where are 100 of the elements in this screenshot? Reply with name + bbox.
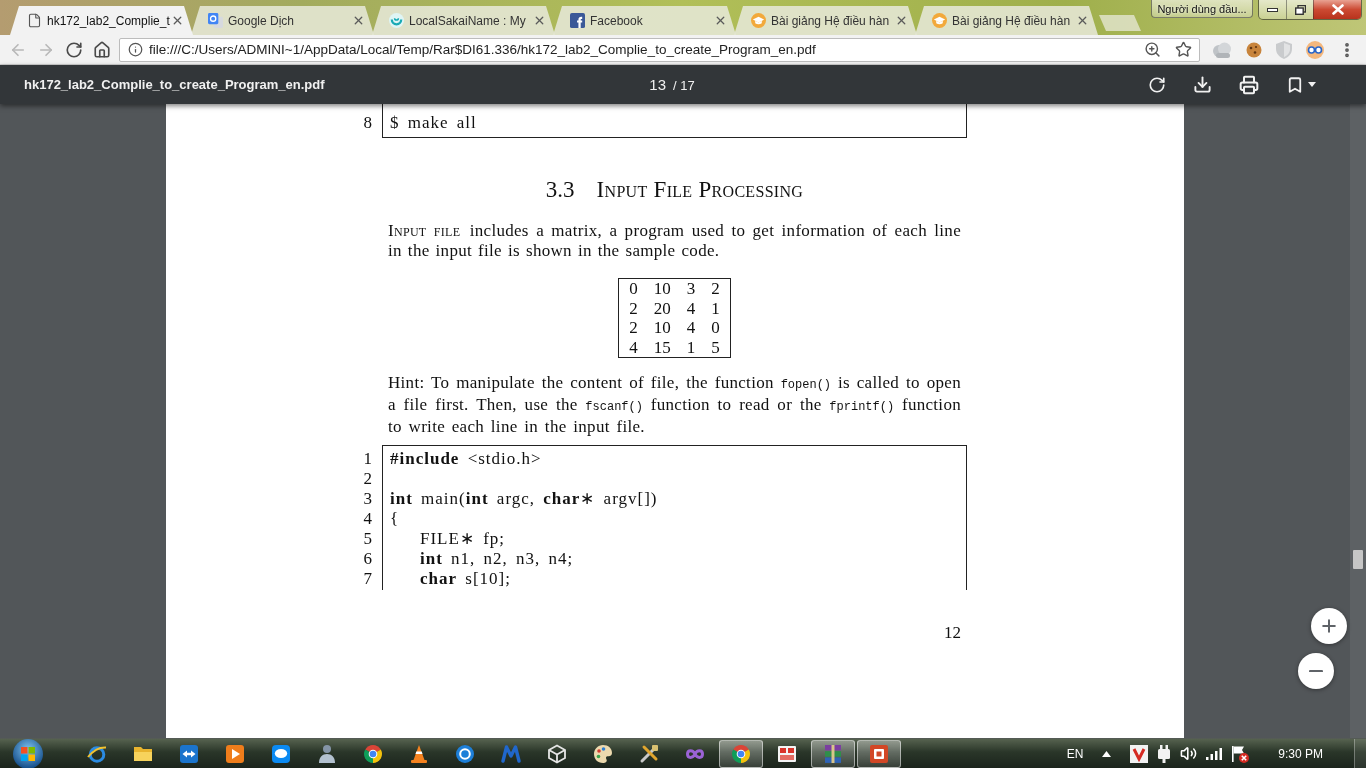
browser-tab[interactable]: Google Dịch xyxy=(191,6,374,35)
cube-icon xyxy=(547,743,567,764)
v-mark-icon[interactable] xyxy=(1130,744,1149,763)
taskbar-app-button[interactable] xyxy=(719,739,763,768)
close-icon[interactable] xyxy=(1076,14,1089,27)
code-line: #include <stdio.h> xyxy=(389,449,543,469)
section-number: 3.3 xyxy=(545,176,575,204)
close-icon[interactable] xyxy=(352,14,365,27)
line-number: 7 xyxy=(362,569,373,589)
stacked-books-icon xyxy=(823,743,843,764)
restore-icon xyxy=(1294,4,1306,15)
line-number: 3 xyxy=(362,489,373,509)
close-icon[interactable] xyxy=(171,14,184,27)
glasses-icon[interactable] xyxy=(1306,40,1324,59)
scrollbar-thumb[interactable] xyxy=(1353,550,1363,569)
browser-tab[interactable]: Facebook xyxy=(553,6,736,35)
show-desktop-button[interactable] xyxy=(1354,739,1366,768)
flag-icon[interactable] xyxy=(1231,744,1250,763)
square-logo-icon xyxy=(570,13,585,28)
zoom-out-button[interactable] xyxy=(1298,653,1334,689)
line-number: 5 xyxy=(362,529,373,549)
taskbar-app-button[interactable] xyxy=(857,739,901,768)
arc-logo-icon xyxy=(389,13,404,28)
hint-paragraph: Hint: To manipulate the content of file, the function fopen() is called to open a file first. Then, use the fscanf() function to read or the fprintf() function to write each line in the input file. xyxy=(388,373,961,437)
close-window-button[interactable] xyxy=(1313,0,1361,19)
taskbar-app-button[interactable] xyxy=(811,739,855,768)
chat-bubble-icon xyxy=(271,743,291,764)
code-line: $ make all xyxy=(389,113,478,133)
home-icon[interactable] xyxy=(93,40,111,59)
info-icon[interactable] xyxy=(128,42,143,57)
caret-up-icon[interactable] xyxy=(1102,750,1112,757)
address-field[interactable]: file:///C:/Users/ADMINI~1/AppData/Local/Temp/Rar$DI61.336/hk172_lab2_Complie_to_create_Program_en.pdf xyxy=(119,37,1200,62)
zigzag-icon xyxy=(501,743,521,764)
code-line: char s[10]; xyxy=(419,569,512,589)
language-indicator[interactable]: EN xyxy=(1066,746,1084,761)
palette-icon xyxy=(593,743,613,764)
matrix-cell-text: 20 xyxy=(652,298,672,318)
matrix-cell-text: 2 xyxy=(628,298,639,318)
plus-icon xyxy=(1319,616,1339,636)
speaker-icon[interactable] xyxy=(1180,745,1198,762)
line-number: 6 xyxy=(362,549,373,569)
matrix-cell-text: 4 xyxy=(685,318,697,338)
tricolor-circle-icon xyxy=(363,743,383,764)
minimize-icon xyxy=(1267,7,1278,12)
ring-badge-icon xyxy=(455,743,475,764)
ring-icon xyxy=(87,743,107,764)
play-icon xyxy=(225,743,245,764)
line-number: 4 xyxy=(362,509,373,529)
plug-icon[interactable] xyxy=(1157,744,1172,763)
maximize-button[interactable] xyxy=(1286,0,1313,19)
graduation-cap-icon xyxy=(751,13,766,28)
code-line: int n1, n2, n3, n4; xyxy=(419,549,575,569)
traffic-cone-icon xyxy=(409,743,429,764)
translate-icon xyxy=(208,13,223,28)
file-icon xyxy=(27,13,42,28)
arrows-tile-icon xyxy=(179,743,199,764)
matrix-cell-text: 10 xyxy=(652,279,672,299)
section-heading: Input File Processing xyxy=(596,176,804,204)
code-line: FILE∗ fp; xyxy=(419,529,507,549)
matrix-cell-text: 10 xyxy=(652,318,672,338)
download-icon[interactable] xyxy=(1193,75,1212,94)
bookmark-button[interactable] xyxy=(1286,75,1316,94)
matrix-cell-text: 15 xyxy=(652,337,672,357)
matrix-cell-text: 5 xyxy=(710,337,721,357)
graduation-cap-icon xyxy=(932,13,947,28)
reload-icon[interactable] xyxy=(65,40,83,59)
close-icon[interactable] xyxy=(895,14,908,27)
matrix-cell-text: 1 xyxy=(685,337,697,357)
browser-tab[interactable]: LocalSakaiName : My xyxy=(372,6,555,35)
matrix-cell-text: 2 xyxy=(628,318,639,338)
close-icon[interactable] xyxy=(714,14,727,27)
line-number: 2 xyxy=(362,469,373,489)
zoom-icon[interactable] xyxy=(1144,41,1161,58)
close-icon xyxy=(1331,4,1344,15)
star-icon[interactable] xyxy=(1175,41,1192,58)
slides-icon xyxy=(869,743,889,764)
cookie-icon[interactable] xyxy=(1246,41,1262,58)
rotate-icon[interactable] xyxy=(1148,75,1166,94)
zoom-in-button[interactable] xyxy=(1311,608,1347,644)
grid-icon xyxy=(777,743,797,764)
scrollbar-track[interactable] xyxy=(1350,104,1366,738)
matrix-cell-text: 0 xyxy=(710,318,721,338)
code-line: int main(int argc, char∗ argv[]) xyxy=(389,489,659,509)
page-number-field[interactable]: 13 xyxy=(649,76,666,93)
start-orb-icon[interactable] xyxy=(12,738,43,768)
close-icon[interactable] xyxy=(533,14,546,27)
crossed-tools-icon xyxy=(639,743,659,764)
document-title: hk172_lab2_Complie_to_create_Program_en.pdf xyxy=(24,77,325,92)
print-icon[interactable] xyxy=(1239,74,1259,95)
matrix-cell-text: 0 xyxy=(628,279,639,299)
tricolor-circle-icon xyxy=(731,743,751,764)
browser-tab[interactable]: Bài giảng Hệ điều hàn xyxy=(734,6,917,35)
minimize-button[interactable] xyxy=(1259,0,1286,19)
person-icon xyxy=(317,743,337,764)
browser-tab[interactable]: hk172_lab2_Complie_t xyxy=(10,6,193,35)
browser-tab[interactable]: Bài giảng Hệ điều hàn xyxy=(915,6,1098,35)
page-count: / 17 xyxy=(673,78,695,93)
clock[interactable]: 9:30 PM xyxy=(1278,746,1323,761)
signal-icon[interactable] xyxy=(1206,747,1223,760)
profile-button[interactable]: Người dùng đầu... xyxy=(1151,0,1253,18)
